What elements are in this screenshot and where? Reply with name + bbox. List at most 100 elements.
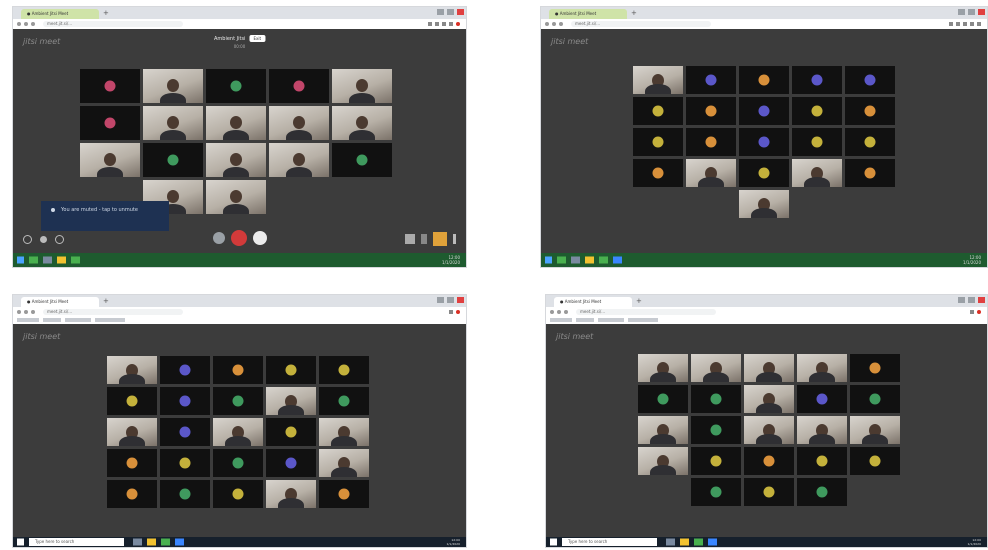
window-controls[interactable] — [958, 9, 985, 15]
hangup-button[interactable] — [231, 230, 247, 246]
participant-avatar-tile[interactable] — [691, 447, 741, 475]
app-icon[interactable] — [71, 256, 80, 264]
participant-avatar-tile[interactable] — [744, 447, 794, 475]
camera-icon[interactable] — [253, 231, 267, 245]
window-controls[interactable] — [958, 297, 985, 303]
participant-avatar-tile[interactable] — [80, 106, 140, 140]
participant-avatar-tile[interactable] — [143, 143, 203, 177]
participant-avatar-tile[interactable] — [332, 143, 392, 177]
participant-avatar-tile[interactable] — [269, 69, 329, 103]
mute-notification[interactable]: You are muted - tap to unmute — [41, 201, 169, 231]
participant-video-tile[interactable] — [792, 159, 842, 187]
participant-video-tile[interactable] — [266, 480, 316, 508]
participant-avatar-tile[interactable] — [160, 356, 210, 384]
chat-icon[interactable] — [23, 235, 32, 244]
window-controls[interactable] — [437, 9, 464, 15]
participant-video-tile[interactable] — [332, 69, 392, 103]
participant-avatar-tile[interactable] — [213, 387, 263, 415]
new-tab-icon[interactable]: + — [103, 9, 109, 18]
participant-avatar-tile[interactable] — [845, 97, 895, 125]
participant-video-tile[interactable] — [206, 106, 266, 140]
participant-avatar-tile[interactable] — [850, 354, 900, 382]
microphone-icon[interactable] — [213, 232, 225, 244]
browser-tab[interactable]: ● Ambient Jitsi Meet — [554, 297, 632, 307]
participant-avatar-tile[interactable] — [213, 449, 263, 477]
nav-buttons-icon[interactable] — [550, 310, 568, 314]
folder-icon[interactable] — [680, 538, 689, 546]
extensions-icons[interactable] — [428, 22, 460, 26]
folder-icon[interactable] — [57, 256, 66, 264]
browser-icon[interactable] — [613, 256, 622, 264]
url-field[interactable]: meet.jit.si/... — [576, 309, 716, 315]
participant-avatar-tile[interactable] — [266, 449, 316, 477]
participant-avatar-tile[interactable] — [107, 449, 157, 477]
browser-tab[interactable]: ● Ambient Jitsi Meet — [549, 9, 627, 19]
participant-avatar-tile[interactable] — [266, 356, 316, 384]
more-icon[interactable] — [453, 234, 456, 244]
participant-avatar-tile[interactable] — [797, 478, 847, 506]
app-icon[interactable] — [557, 256, 566, 264]
screen-share-icon[interactable] — [55, 235, 64, 244]
participant-video-tile[interactable] — [744, 354, 794, 382]
participant-avatar-tile[interactable] — [633, 97, 683, 125]
url-field[interactable]: meet.jit.si/... — [43, 21, 183, 27]
participant-video-tile[interactable] — [143, 69, 203, 103]
new-tab-icon[interactable]: + — [636, 297, 642, 306]
participant-avatar-tile[interactable] — [686, 66, 736, 94]
participant-video-tile[interactable] — [107, 356, 157, 384]
taskbar-search[interactable]: Type here to search — [29, 538, 124, 546]
participant-video-tile[interactable] — [206, 180, 266, 214]
folder-icon[interactable] — [147, 538, 156, 546]
participant-video-tile[interactable] — [80, 143, 140, 177]
participant-video-tile[interactable] — [266, 387, 316, 415]
participant-video-tile[interactable] — [739, 190, 789, 218]
url-field[interactable]: meet.jit.si/... — [571, 21, 711, 27]
app-icon[interactable] — [133, 538, 142, 546]
participant-avatar-tile[interactable] — [739, 159, 789, 187]
participant-avatar-tile[interactable] — [213, 480, 263, 508]
new-tab-icon[interactable]: + — [631, 9, 637, 18]
participant-video-tile[interactable] — [332, 106, 392, 140]
participant-avatar-tile[interactable] — [850, 447, 900, 475]
nav-buttons-icon[interactable] — [17, 22, 35, 26]
participant-avatar-tile[interactable] — [739, 97, 789, 125]
app-icon[interactable] — [694, 538, 703, 546]
participant-avatar-tile[interactable] — [792, 66, 842, 94]
tile-view-icon[interactable] — [405, 234, 415, 244]
participant-avatar-tile[interactable] — [792, 97, 842, 125]
participant-avatar-tile[interactable] — [319, 356, 369, 384]
participant-avatar-tile[interactable] — [107, 387, 157, 415]
start-icon[interactable] — [550, 538, 557, 546]
participant-video-tile[interactable] — [319, 449, 369, 477]
participant-avatar-tile[interactable] — [686, 97, 736, 125]
participant-video-tile[interactable] — [269, 143, 329, 177]
start-icon[interactable] — [17, 538, 24, 546]
participant-video-tile[interactable] — [107, 418, 157, 446]
participant-avatar-tile[interactable] — [797, 447, 847, 475]
participant-avatar-tile[interactable] — [80, 69, 140, 103]
participant-avatar-tile[interactable] — [691, 416, 741, 444]
participant-avatar-tile[interactable] — [744, 478, 794, 506]
participant-avatar-tile[interactable] — [160, 418, 210, 446]
raise-hand-icon[interactable] — [40, 236, 47, 243]
start-icon[interactable] — [545, 256, 552, 264]
folder-icon[interactable] — [585, 256, 594, 264]
participant-video-tile[interactable] — [638, 354, 688, 382]
browser-icon[interactable] — [175, 538, 184, 546]
participant-video-tile[interactable] — [143, 106, 203, 140]
participant-avatar-tile[interactable] — [686, 128, 736, 156]
participant-avatar-tile[interactable] — [845, 128, 895, 156]
participant-video-tile[interactable] — [797, 354, 847, 382]
participant-video-tile[interactable] — [319, 418, 369, 446]
participant-video-tile[interactable] — [638, 416, 688, 444]
extensions-icons[interactable] — [970, 310, 981, 314]
participant-avatar-tile[interactable] — [107, 480, 157, 508]
participant-video-tile[interactable] — [633, 66, 683, 94]
app-icon[interactable] — [43, 256, 52, 264]
nav-buttons-icon[interactable] — [545, 22, 563, 26]
participant-avatar-tile[interactable] — [691, 478, 741, 506]
url-field[interactable]: meet.jit.si/... — [43, 309, 183, 315]
window-controls[interactable] — [437, 297, 464, 303]
browser-tab[interactable]: ● Ambient Jitsi Meet — [21, 297, 99, 307]
participant-video-tile[interactable] — [744, 385, 794, 413]
